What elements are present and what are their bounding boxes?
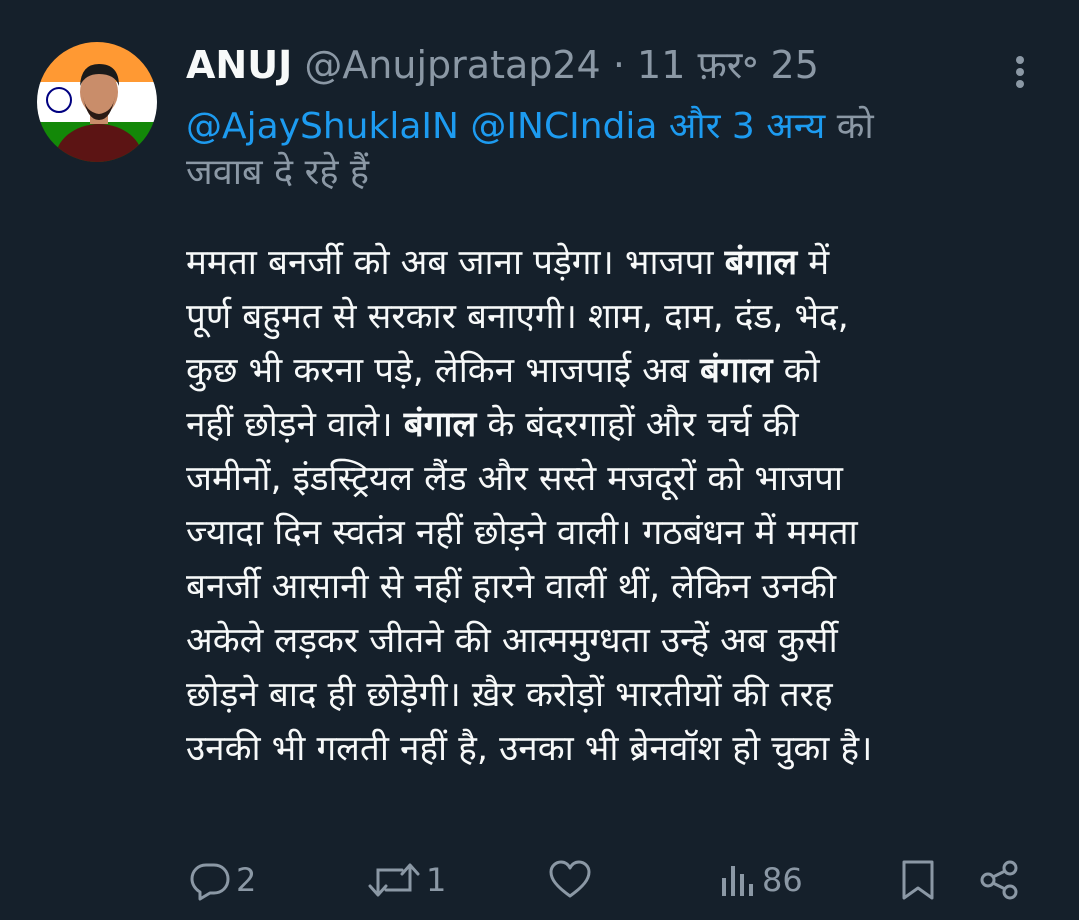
views-count: 86: [762, 861, 803, 899]
mention-others[interactable]: और 3 अन्य: [669, 106, 825, 147]
like-icon: [549, 860, 591, 898]
tweet: ANUJ @Anujpratap24 · 11 फ़र॰ 25 @AjayShu…: [0, 0, 1079, 920]
action-bar: 2 1 86: [186, 852, 1036, 908]
tweet-line: पूर्ण बहुमत से सरकार बनाएगी। शाम, दाम, द…: [186, 297, 849, 337]
mention-incindia[interactable]: @INCIndia: [470, 106, 657, 147]
tweet-header: ANUJ @Anujpratap24 · 11 फ़र॰ 25: [186, 40, 819, 90]
like-button[interactable]: [548, 852, 592, 908]
repost-icon: [368, 863, 420, 897]
author-name[interactable]: ANUJ: [186, 43, 292, 87]
bookmark-button[interactable]: [898, 852, 938, 908]
bookmark-icon: [902, 860, 934, 900]
bold-word: बंगाल: [403, 405, 477, 445]
avatar[interactable]: [37, 42, 157, 162]
reply-button[interactable]: 2: [188, 852, 256, 908]
repost-count: 1: [426, 861, 447, 899]
replying-to-suffix: को: [836, 106, 874, 147]
share-button[interactable]: [978, 852, 1022, 908]
avatar-image: [37, 42, 157, 162]
bold-word: बंगाल: [724, 243, 798, 283]
tweet-line: ममता बनर्जी को अब जाना पड़ेगा। भाजपा बंग…: [186, 243, 830, 283]
bold-word: बंगाल: [699, 351, 773, 391]
mention-ajayshukla[interactable]: @AjayShuklaIN: [186, 106, 459, 147]
tweet-line: ज्यादा दिन स्वतंत्र नहीं छोड़ने वाली। गठ…: [186, 513, 858, 553]
tweet-line: उनकी भी गलती नहीं है, उनका भी ब्रेनवॉश ह…: [186, 729, 873, 769]
reply-icon: [190, 863, 230, 901]
replying-to-text: जवाब दे रहे हैं: [186, 152, 370, 193]
tweet-line: जमीनों, इंडस्ट्रियल लैंड और सस्ते मजदूरो…: [186, 459, 843, 499]
tweet-line: कुछ भी करना पड़े, लेकिन भाजपाई अब बंगाल …: [186, 351, 820, 391]
replying-to: @AjayShuklaIN @INCIndia और 3 अन्य को जवा…: [186, 104, 1006, 196]
views-button[interactable]: 86: [718, 852, 803, 908]
more-icon[interactable]: [1000, 52, 1040, 92]
tweet-line: छोड़ने बाद ही छोड़ेगी। ख़ैर करोड़ों भारत…: [186, 675, 833, 715]
views-icon: [722, 866, 753, 896]
tweet-line: नहीं छोड़ने वाले। बंगाल के बंदरगाहों और …: [186, 405, 799, 445]
author-handle[interactable]: @Anujpratap24: [304, 43, 600, 87]
reply-count: 2: [236, 861, 257, 899]
tweet-line: बनर्जी आसानी से नहीं हारने वालीं थीं, ले…: [186, 567, 837, 607]
tweet-line: अकेले लड़कर जीतने की आत्ममुग्धता उन्हें …: [186, 621, 838, 661]
share-icon: [980, 860, 1018, 900]
separator-dot: ·: [612, 43, 625, 87]
tweet-text: ममता बनर्जी को अब जाना पड़ेगा। भाजपा बंग…: [186, 236, 1026, 776]
repost-button[interactable]: 1: [366, 852, 446, 908]
tweet-date[interactable]: 11 फ़र॰ 25: [637, 43, 819, 87]
